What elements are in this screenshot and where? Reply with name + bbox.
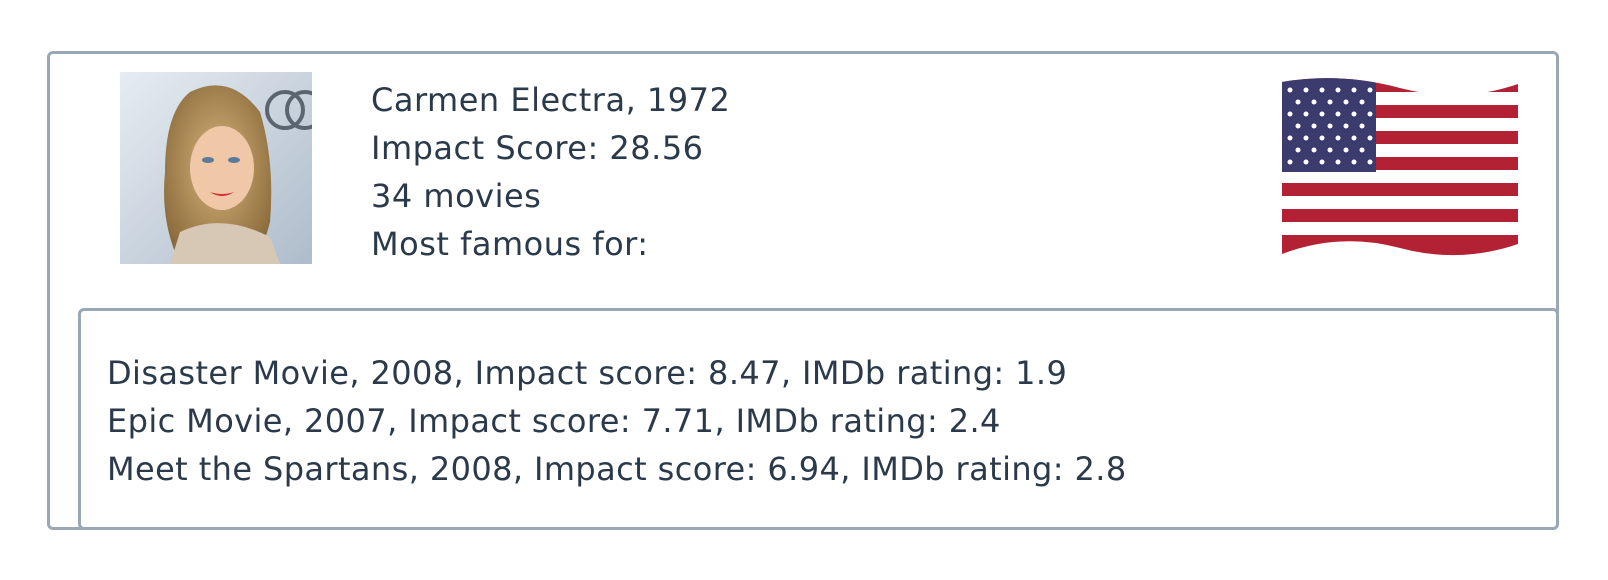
most-famous-label: Most famous for: [371,225,649,263]
actor-info: Carmen Electra, 1972 Impact Score: 28.56… [371,76,730,268]
actor-movie-count: 34 movies [371,177,542,215]
actor-name-year: Carmen Electra, 1972 [371,81,731,119]
us-flag-icon [1280,78,1520,258]
list-item: Meet the Spartans, 2008, Impact score: 6… [107,450,1127,488]
actor-impact-score: Impact Score: 28.56 [371,129,704,167]
movie-list: Disaster Movie, 2008, Impact score: 8.47… [107,349,1127,493]
actor-portrait [120,72,312,264]
famous-movies-panel: Disaster Movie, 2008, Impact score: 8.47… [78,308,1559,530]
list-item: Epic Movie, 2007, Impact score: 7.71, IM… [107,402,1001,440]
list-item: Disaster Movie, 2008, Impact score: 8.47… [107,354,1068,392]
